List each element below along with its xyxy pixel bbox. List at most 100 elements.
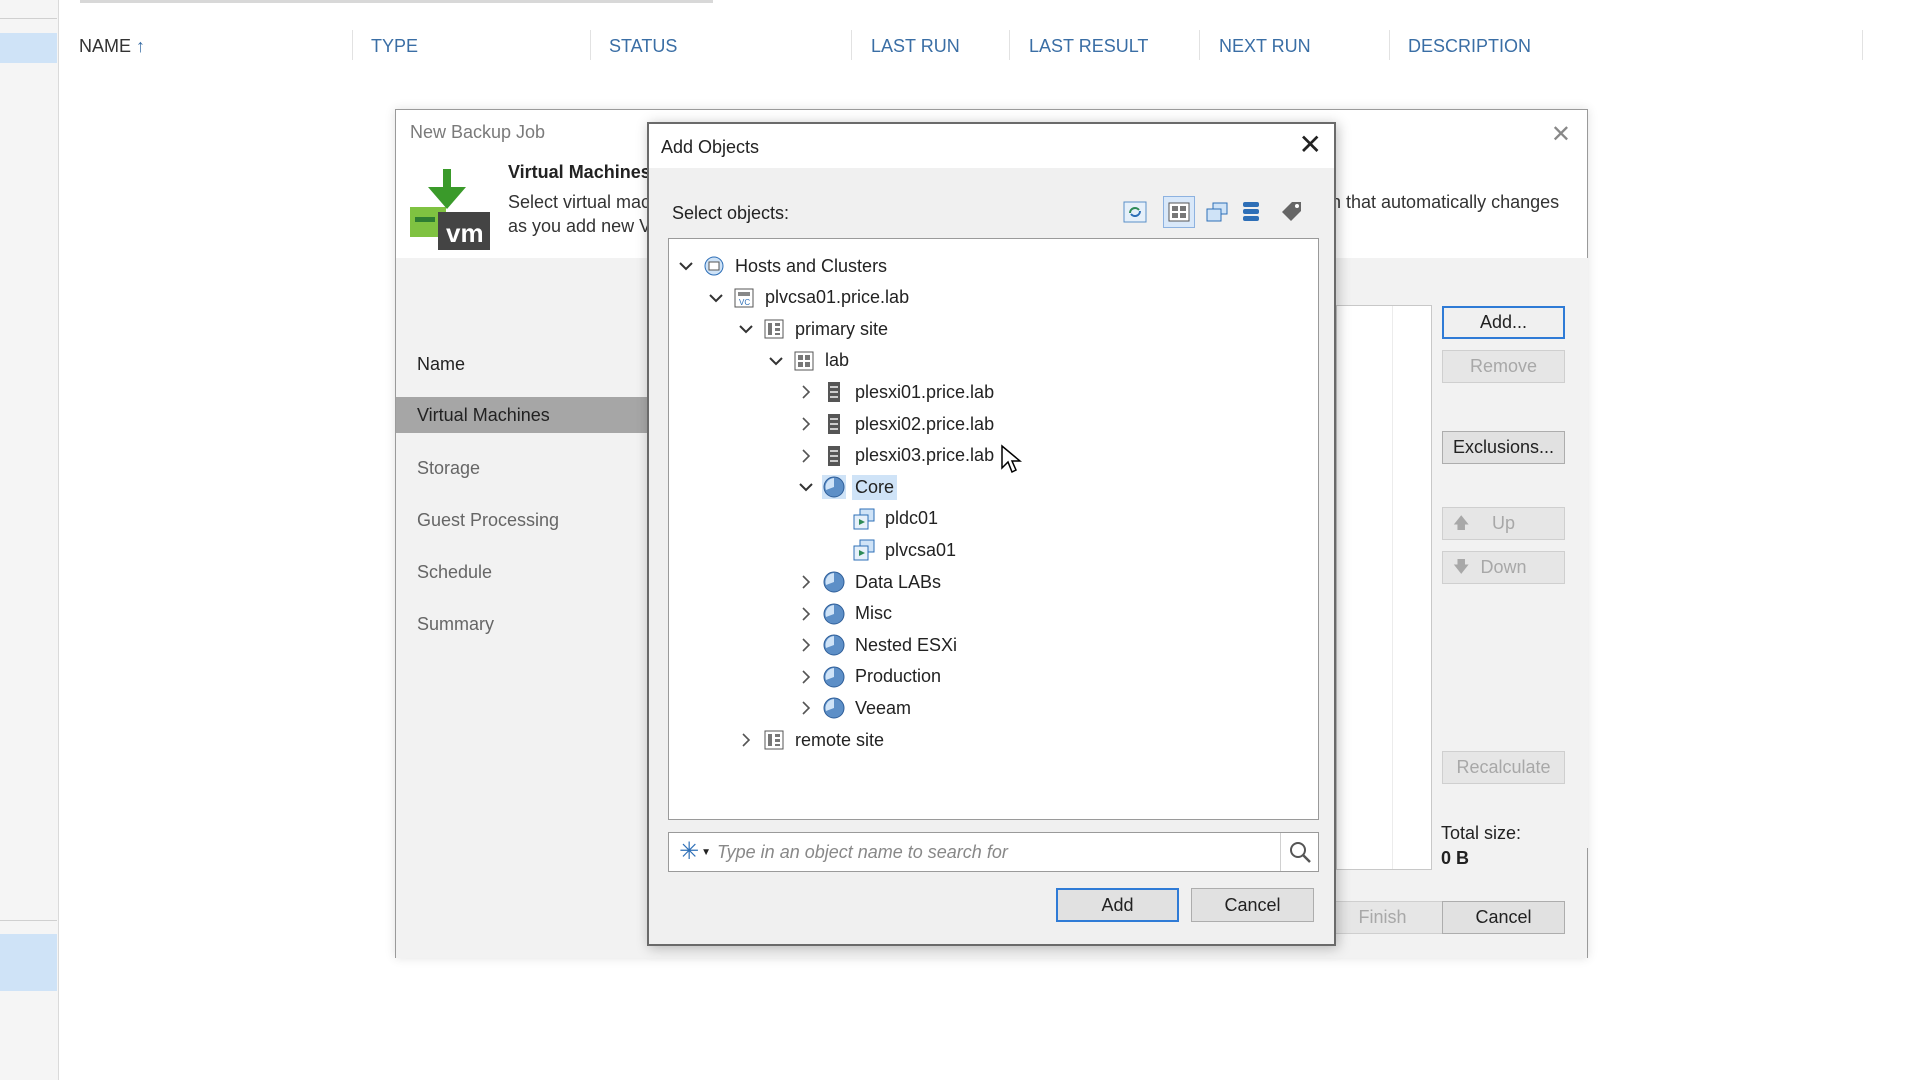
finish-button[interactable]: Finish xyxy=(1321,901,1444,934)
divider xyxy=(0,920,57,921)
tree-node-label: Nested ESXi xyxy=(855,634,958,655)
collapse-chevron-icon[interactable] xyxy=(796,472,816,502)
wizard-step-guest-processing[interactable]: Guest Processing xyxy=(396,502,650,538)
search-input[interactable] xyxy=(717,837,1257,867)
collapse-chevron-icon[interactable] xyxy=(676,251,696,281)
expand-chevron-icon[interactable] xyxy=(796,409,816,439)
tree-node[interactable]: Production xyxy=(796,662,944,692)
tree-node[interactable]: Misc xyxy=(796,599,895,629)
tree-node[interactable]: Hosts and Clusters xyxy=(676,251,890,281)
wizard-step-schedule[interactable]: Schedule xyxy=(396,554,650,590)
nav-selected-section[interactable] xyxy=(0,934,57,991)
tree-node[interactable]: Data LABs xyxy=(796,567,944,597)
tree-vm-node[interactable]: pldc01 xyxy=(826,504,941,534)
tree-node-label: Core xyxy=(852,474,898,500)
vcenter-icon: VC xyxy=(732,286,756,310)
column-header-last-result[interactable]: LAST RESULT xyxy=(1029,36,1148,57)
exclusions-button[interactable]: Exclusions... xyxy=(1442,431,1565,464)
hosts-clusters-icon xyxy=(702,254,726,278)
column-header-description[interactable]: DESCRIPTION xyxy=(1408,36,1531,57)
sort-ascending-icon: ↑ xyxy=(136,36,146,56)
collapse-chevron-icon[interactable] xyxy=(736,314,756,344)
expand-chevron-icon[interactable] xyxy=(796,693,816,723)
tree-node[interactable]: Veeam xyxy=(796,693,914,723)
tree-node-label: plesxi03.price.lab xyxy=(855,445,995,466)
expand-chevron-icon[interactable] xyxy=(796,662,816,692)
column-separator[interactable] xyxy=(851,30,852,60)
expand-chevron-icon[interactable] xyxy=(736,725,756,755)
tree-node[interactable]: plesxi02.price.lab xyxy=(796,409,997,439)
remove-button[interactable]: Remove xyxy=(1442,350,1565,383)
expand-chevron-icon[interactable] xyxy=(796,441,816,471)
recalculate-button[interactable]: Recalculate xyxy=(1442,751,1565,784)
resource-pool-icon xyxy=(822,665,846,689)
objects-list[interactable] xyxy=(1336,305,1432,870)
expand-chevron-icon[interactable] xyxy=(796,599,816,629)
tree-vm-node[interactable]: plvcsa01 xyxy=(826,535,959,565)
chevron-down-icon: ▼ xyxy=(701,846,711,858)
tree-node[interactable]: VC plvcsa01.price.lab xyxy=(706,283,912,313)
column-header-status[interactable]: STATUS xyxy=(609,36,677,57)
host-icon xyxy=(822,380,846,404)
tree-node[interactable]: primary site xyxy=(736,314,891,344)
hosts-and-clusters-view-icon[interactable] xyxy=(1163,196,1195,228)
datacenter-icon xyxy=(762,728,786,752)
column-header-name[interactable]: NAME ↑ xyxy=(79,36,145,57)
add-button[interactable]: Add... xyxy=(1442,306,1565,339)
refresh-icon[interactable] xyxy=(1119,196,1151,228)
tree-node[interactable]: Nested ESXi xyxy=(796,630,960,660)
up-button[interactable]: 🡅 Up xyxy=(1442,507,1565,540)
expand-chevron-icon[interactable] xyxy=(796,377,816,407)
column-separator[interactable] xyxy=(1009,30,1010,60)
tree-node[interactable]: Core xyxy=(796,472,898,502)
tags-view-icon[interactable] xyxy=(1276,196,1308,228)
column-separator[interactable] xyxy=(590,30,591,60)
wizard-step-virtual-machines[interactable]: Virtual Machines xyxy=(396,397,650,433)
resource-pool-icon xyxy=(822,696,846,720)
search-button[interactable] xyxy=(1280,833,1318,871)
column-separator[interactable] xyxy=(1862,30,1863,60)
add-objects-cancel-button[interactable]: Cancel xyxy=(1191,888,1314,922)
wizard-step-summary[interactable]: Summary xyxy=(396,606,650,642)
tree-node-label: primary site xyxy=(795,318,889,339)
filter-dropdown[interactable]: ✳ ▼ xyxy=(673,833,717,871)
column-header-last-run[interactable]: LAST RUN xyxy=(871,36,960,57)
object-tree[interactable]: Hosts and Clusters VC plvcsa01.price.lab pr… xyxy=(668,238,1319,820)
column-header-type[interactable]: TYPE xyxy=(371,36,418,57)
tree-node[interactable]: lab xyxy=(766,346,852,376)
tree-node-label: pldc01 xyxy=(885,508,939,529)
asterisk-filter-icon: ✳ xyxy=(678,838,700,865)
expand-chevron-icon[interactable] xyxy=(796,630,816,660)
top-search-bar-edge xyxy=(80,0,713,3)
search-icon xyxy=(1289,842,1311,863)
tree-node[interactable]: plesxi03.price.lab xyxy=(796,441,997,471)
tree-node-label: lab xyxy=(825,350,850,371)
tree-node-label: remote site xyxy=(795,729,885,750)
resource-pool-icon xyxy=(822,633,846,657)
tree-node-label: Production xyxy=(855,666,942,687)
column-header-next-run[interactable]: NEXT RUN xyxy=(1219,36,1311,57)
column-separator[interactable] xyxy=(1199,30,1200,60)
tree-node[interactable]: remote site xyxy=(736,725,887,755)
vm-icon xyxy=(852,507,876,531)
tree-node[interactable]: plesxi01.price.lab xyxy=(796,377,997,407)
nav-selected-item[interactable] xyxy=(0,33,57,63)
resource-pool-icon xyxy=(822,602,846,626)
expand-chevron-icon[interactable] xyxy=(796,567,816,597)
vms-and-templates-view-icon[interactable] xyxy=(1201,196,1233,228)
host-icon xyxy=(822,412,846,436)
wizard-cancel-button[interactable]: Cancel xyxy=(1442,901,1565,934)
datastores-view-icon[interactable] xyxy=(1235,196,1267,228)
wizard-steps-nav: Name Virtual Machines Storage Guest Proc… xyxy=(396,258,650,848)
tree-node-label: plvcsa01 xyxy=(885,539,957,560)
collapse-chevron-icon[interactable] xyxy=(766,346,786,376)
column-separator[interactable] xyxy=(352,30,353,60)
down-button[interactable]: 🡇 Down xyxy=(1442,551,1565,584)
wizard-step-name[interactable]: Name xyxy=(396,346,650,382)
collapse-chevron-icon[interactable] xyxy=(706,283,726,313)
close-icon[interactable]: ✕ xyxy=(1551,120,1571,149)
close-icon[interactable]: ✕ xyxy=(1299,130,1322,160)
wizard-step-storage[interactable]: Storage xyxy=(396,450,650,486)
add-objects-confirm-button[interactable]: Add xyxy=(1056,888,1179,922)
column-separator[interactable] xyxy=(1389,30,1390,60)
